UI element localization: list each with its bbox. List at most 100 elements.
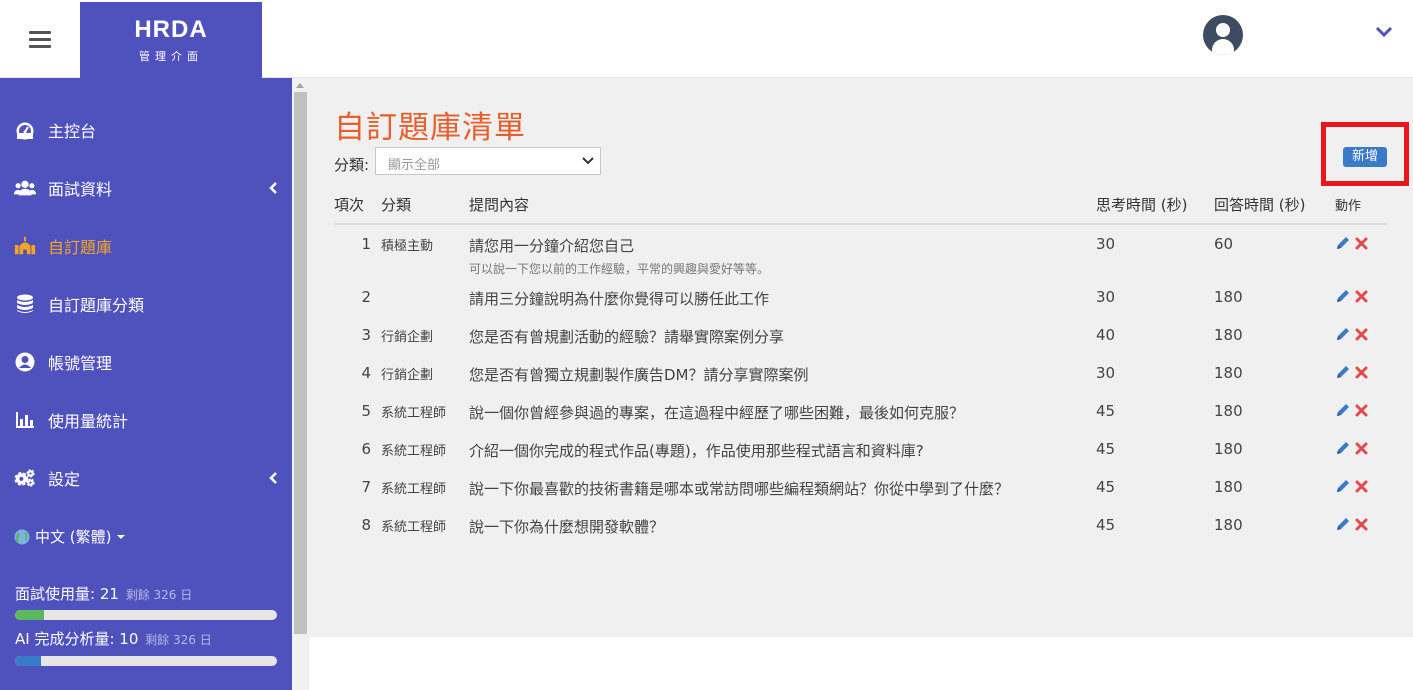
hamburger-icon-line [29, 37, 51, 41]
sidebar-item-label: 自訂題庫 [48, 238, 113, 257]
sidebar-item-custom-bank[interactable]: 自訂題庫 [0, 221, 292, 271]
brand-name: HRDA [134, 16, 208, 43]
user-avatar[interactable] [1203, 15, 1243, 55]
row-answer-time: 180 [1214, 516, 1243, 534]
menu-toggle-button[interactable] [0, 0, 80, 78]
sidebar-item-label: 主控台 [48, 122, 97, 141]
chevron-left-icon [269, 182, 277, 194]
question-text: 說一個你曾經參與過的專案，在這過程中經歷了哪些困難，最後如何克服？ [469, 404, 965, 422]
edit-pencil-icon[interactable] [1335, 235, 1351, 251]
delete-x-icon[interactable] [1355, 290, 1368, 303]
column-header: 提問內容 [469, 186, 1096, 225]
usage-remaining: 剩餘 326 日 [125, 588, 193, 602]
row-number: 5 [361, 402, 371, 420]
row-category: 行銷企劃 [381, 330, 434, 345]
delete-x-icon[interactable] [1355, 237, 1368, 250]
question-text: 請您用一分鐘介紹您自己 [469, 237, 635, 255]
table-row: 4 行銷企劃 您是否有曾獨立規劃製作廣告DM？請分享實際案例 30 180 [334, 356, 1387, 394]
row-number: 3 [361, 326, 371, 344]
row-category: 系統工程師 [381, 520, 447, 535]
question-text: 您是否有曾獨立規劃製作廣告DM？請分享實際案例 [469, 366, 809, 384]
user-icon-body [1212, 39, 1234, 55]
table-row: 8 系統工程師 說一下你為什麼想開發軟體？ 45 180 [334, 508, 1387, 546]
user-icon-head [1216, 23, 1230, 37]
row-question: 您是否有曾規劃活動的經驗？請舉實際案例分享 [469, 318, 1096, 356]
edit-pencil-icon[interactable] [1335, 516, 1351, 532]
usage-label: AI 完成分析量: 10 [15, 630, 139, 648]
question-text: 您是否有曾規劃活動的經驗？請舉實際案例分享 [469, 328, 785, 346]
delete-x-icon[interactable] [1355, 404, 1368, 417]
category-filter-select[interactable]: 顯示全部 [375, 147, 601, 175]
sidebar-item-label: 自訂題庫分類 [48, 296, 145, 315]
main-content: 自訂題庫清單 分類: 顯示全部 新增 項次 分類 提問內容 思考時間 (秒) 回… [309, 78, 1413, 637]
edit-pencil-icon[interactable] [1335, 326, 1351, 342]
top-bar: HRDA 管理介面 [0, 0, 1413, 78]
table-row: 2 請用三分鐘說明為什麼你覺得可以勝任此工作 30 180 [334, 280, 1387, 318]
hamburger-icon-line [29, 30, 51, 34]
edit-pencil-icon[interactable] [1335, 402, 1351, 418]
row-answer-time: 180 [1214, 478, 1243, 496]
brand-subtitle: 管理介面 [139, 50, 203, 63]
scroll-up-arrow-icon[interactable] [296, 83, 304, 88]
globe-icon [14, 529, 30, 544]
row-answer-time: 180 [1214, 364, 1243, 382]
add-question-button[interactable]: 新增 [1343, 147, 1387, 167]
brand-logo[interactable]: HRDA 管理介面 [80, 2, 262, 78]
row-think-time: 45 [1096, 440, 1116, 458]
row-answer-time: 180 [1214, 288, 1243, 306]
question-text: 請用三分鐘說明為什麼你覺得可以勝任此工作 [469, 290, 770, 308]
question-table: 項次 分類 提問內容 思考時間 (秒) 回答時間 (秒) 動作 1 積極主動 請您用… [334, 186, 1387, 546]
delete-x-icon[interactable] [1355, 442, 1368, 455]
row-question: 請用三分鐘說明為什麼你覺得可以勝任此工作 [469, 280, 1096, 318]
sidebar-item-settings[interactable]: 設定 [0, 453, 292, 503]
edit-pencil-icon[interactable] [1335, 364, 1351, 380]
edit-pencil-icon[interactable] [1335, 288, 1351, 304]
chevron-down-icon[interactable] [1374, 24, 1394, 40]
scrollbar-thumb[interactable] [294, 92, 307, 634]
row-answer-time: 180 [1214, 402, 1243, 420]
sidebar: 主控台 面試資料 自訂題庫 自訂題庫分類 帳號管理 使用量統計 設定 中文 (繁… [0, 78, 292, 690]
delete-x-icon[interactable] [1355, 366, 1368, 379]
sidebar-item-interviews[interactable]: 面試資料 [0, 163, 292, 213]
column-header: 動作 [1335, 186, 1387, 225]
row-actions [1335, 280, 1387, 318]
sidebar-item-dashboard[interactable]: 主控台 [0, 105, 292, 155]
row-answer-time: 180 [1214, 440, 1243, 458]
delete-x-icon[interactable] [1355, 328, 1368, 341]
sidebar-item-label: 帳號管理 [48, 354, 113, 373]
sidebar-item-bank-categories[interactable]: 自訂題庫分類 [0, 279, 292, 329]
row-actions [1335, 318, 1387, 356]
row-actions [1335, 356, 1387, 394]
caret-down-icon [117, 534, 126, 539]
chevron-left-icon [269, 472, 277, 484]
delete-x-icon[interactable] [1355, 518, 1368, 531]
row-think-time: 45 [1096, 516, 1116, 534]
usage-remaining: 剩餘 326 日 [145, 633, 212, 647]
filter-label: 分類: [334, 156, 370, 174]
sidebar-scrollbar[interactable] [292, 78, 309, 690]
row-category [381, 280, 469, 318]
row-number: 7 [361, 478, 371, 496]
question-note: 可以說一下您以前的工作經驗，平常的興趣與愛好等等。 [469, 262, 770, 276]
delete-x-icon[interactable] [1355, 480, 1368, 493]
edit-pencil-icon[interactable] [1335, 440, 1351, 456]
row-actions [1335, 394, 1387, 432]
row-answer-time: 180 [1214, 326, 1243, 344]
table-row: 3 行銷企劃 您是否有曾規劃活動的經驗？請舉實際案例分享 40 180 [334, 318, 1387, 356]
row-answer-time: 60 [1214, 235, 1234, 253]
row-think-time: 40 [1096, 326, 1116, 344]
table-row: 6 系統工程師 介紹一個你完成的程式作品(專題)，作品使用那些程式語言和資料庫? 45… [334, 432, 1387, 470]
language-selector[interactable]: 中文 (繁體) [14, 526, 126, 547]
ai-analysis-progress [15, 656, 277, 666]
row-question: 您是否有曾獨立規劃製作廣告DM？請分享實際案例 [469, 356, 1096, 394]
progress-fill [15, 610, 44, 620]
edit-pencil-icon[interactable] [1335, 478, 1351, 494]
column-header: 分類 [381, 186, 469, 225]
gears-icon [14, 467, 36, 489]
row-question: 請您用一分鐘介紹您自己可以說一下您以前的工作經驗，平常的興趣與愛好等等。 [469, 224, 1096, 280]
sidebar-item-accounts[interactable]: 帳號管理 [0, 337, 292, 387]
column-header: 項次 [334, 186, 381, 225]
row-think-time: 45 [1096, 402, 1116, 420]
language-label: 中文 (繁體) [35, 528, 112, 546]
sidebar-item-usage-stats[interactable]: 使用量統計 [0, 395, 292, 445]
